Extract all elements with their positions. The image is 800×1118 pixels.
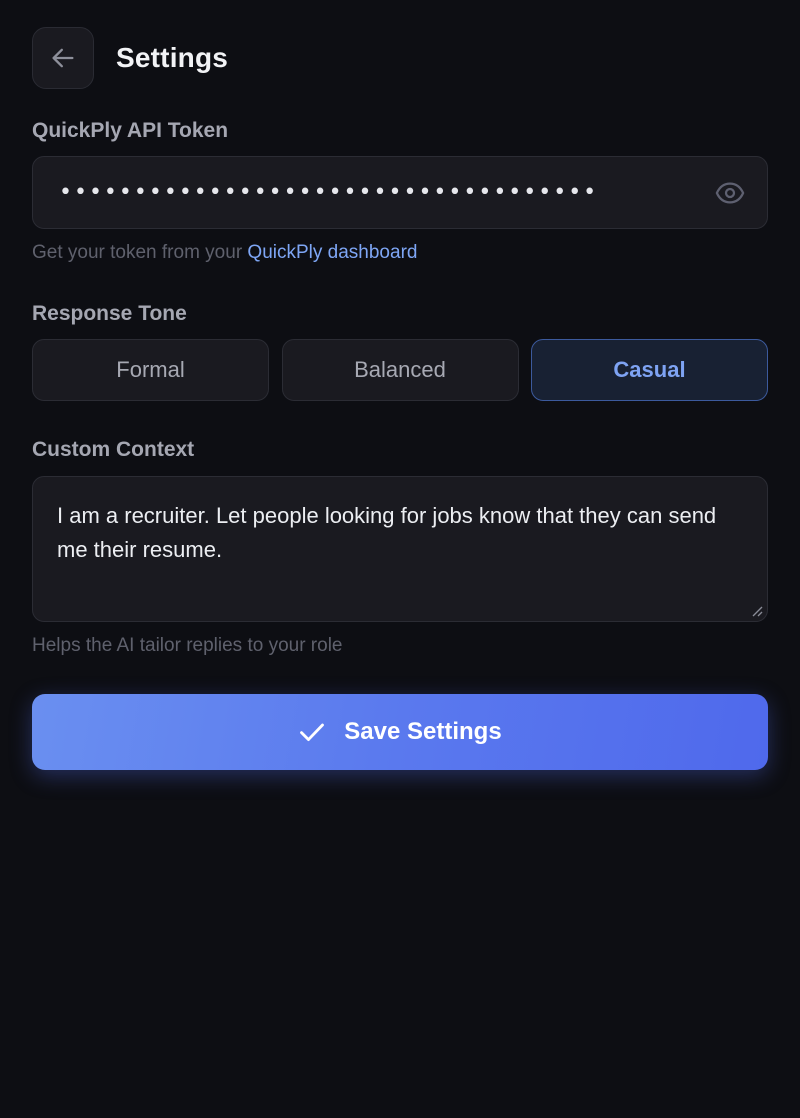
custom-context-hint: Helps the AI tailor replies to your role: [32, 635, 343, 656]
save-settings-button[interactable]: Save Settings: [32, 694, 768, 770]
check-icon: [300, 723, 325, 741]
eye-icon: [715, 182, 745, 204]
header: Settings: [32, 26, 228, 90]
page-title: Settings: [116, 42, 229, 73]
response-tone-selector: Formal Balanced Casual: [32, 339, 768, 401]
custom-context-label: Custom Context: [32, 438, 195, 461]
api-token-field: [32, 156, 768, 229]
api-token-hint-text: Get your token from your: [32, 242, 248, 263]
tone-option-balanced[interactable]: Balanced: [281, 339, 519, 401]
save-settings-label: Save Settings: [344, 718, 502, 745]
show-token-button[interactable]: [713, 177, 747, 209]
back-button[interactable]: [32, 27, 94, 89]
arrow-left-icon: [52, 48, 74, 68]
api-token-input[interactable]: [33, 157, 693, 228]
response-tone-label: Response Tone: [32, 302, 187, 325]
resize-handle-icon[interactable]: [751, 605, 763, 617]
tone-option-formal[interactable]: Formal: [32, 339, 269, 401]
api-token-hint: Get your token from your QuickPly dashbo…: [32, 242, 417, 264]
custom-context-textarea[interactable]: I am a recruiter. Let people looking for…: [33, 477, 767, 621]
api-token-label: QuickPly API Token: [32, 119, 229, 142]
dashboard-link[interactable]: QuickPly dashboard: [247, 242, 417, 263]
tone-option-casual[interactable]: Casual: [531, 339, 768, 401]
custom-context-field: I am a recruiter. Let people looking for…: [32, 476, 768, 622]
